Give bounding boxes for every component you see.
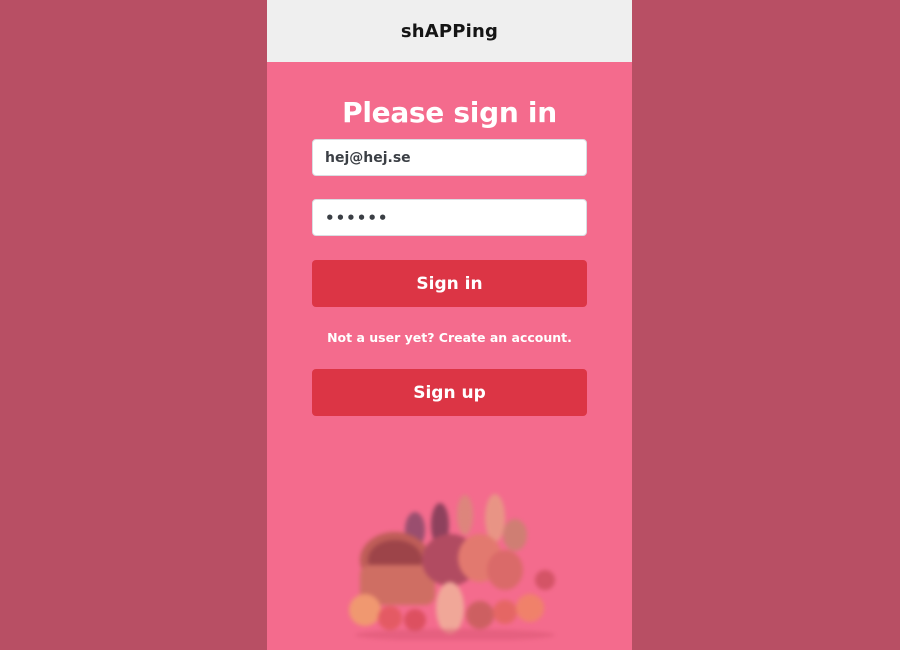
password-field[interactable]: •••••• [312, 199, 587, 236]
create-account-link[interactable]: Not a user yet? Create an account. [267, 330, 632, 345]
app-screen: shAPPing Please sign in hej@hej.se •••••… [267, 0, 632, 650]
grocery-basket-image [349, 494, 555, 640]
sign-in-label: Sign in [416, 273, 483, 294]
sign-in-button[interactable]: Sign in [312, 260, 587, 307]
sign-up-button[interactable]: Sign up [312, 369, 587, 416]
email-field[interactable]: hej@hej.se [312, 139, 587, 176]
email-value: hej@hej.se [325, 149, 411, 166]
sign-up-label: Sign up [413, 382, 486, 403]
signin-heading: Please sign in [342, 96, 557, 129]
app-header: shAPPing [267, 0, 632, 62]
password-value: •••••• [325, 208, 389, 227]
app-title: shAPPing [400, 20, 499, 42]
